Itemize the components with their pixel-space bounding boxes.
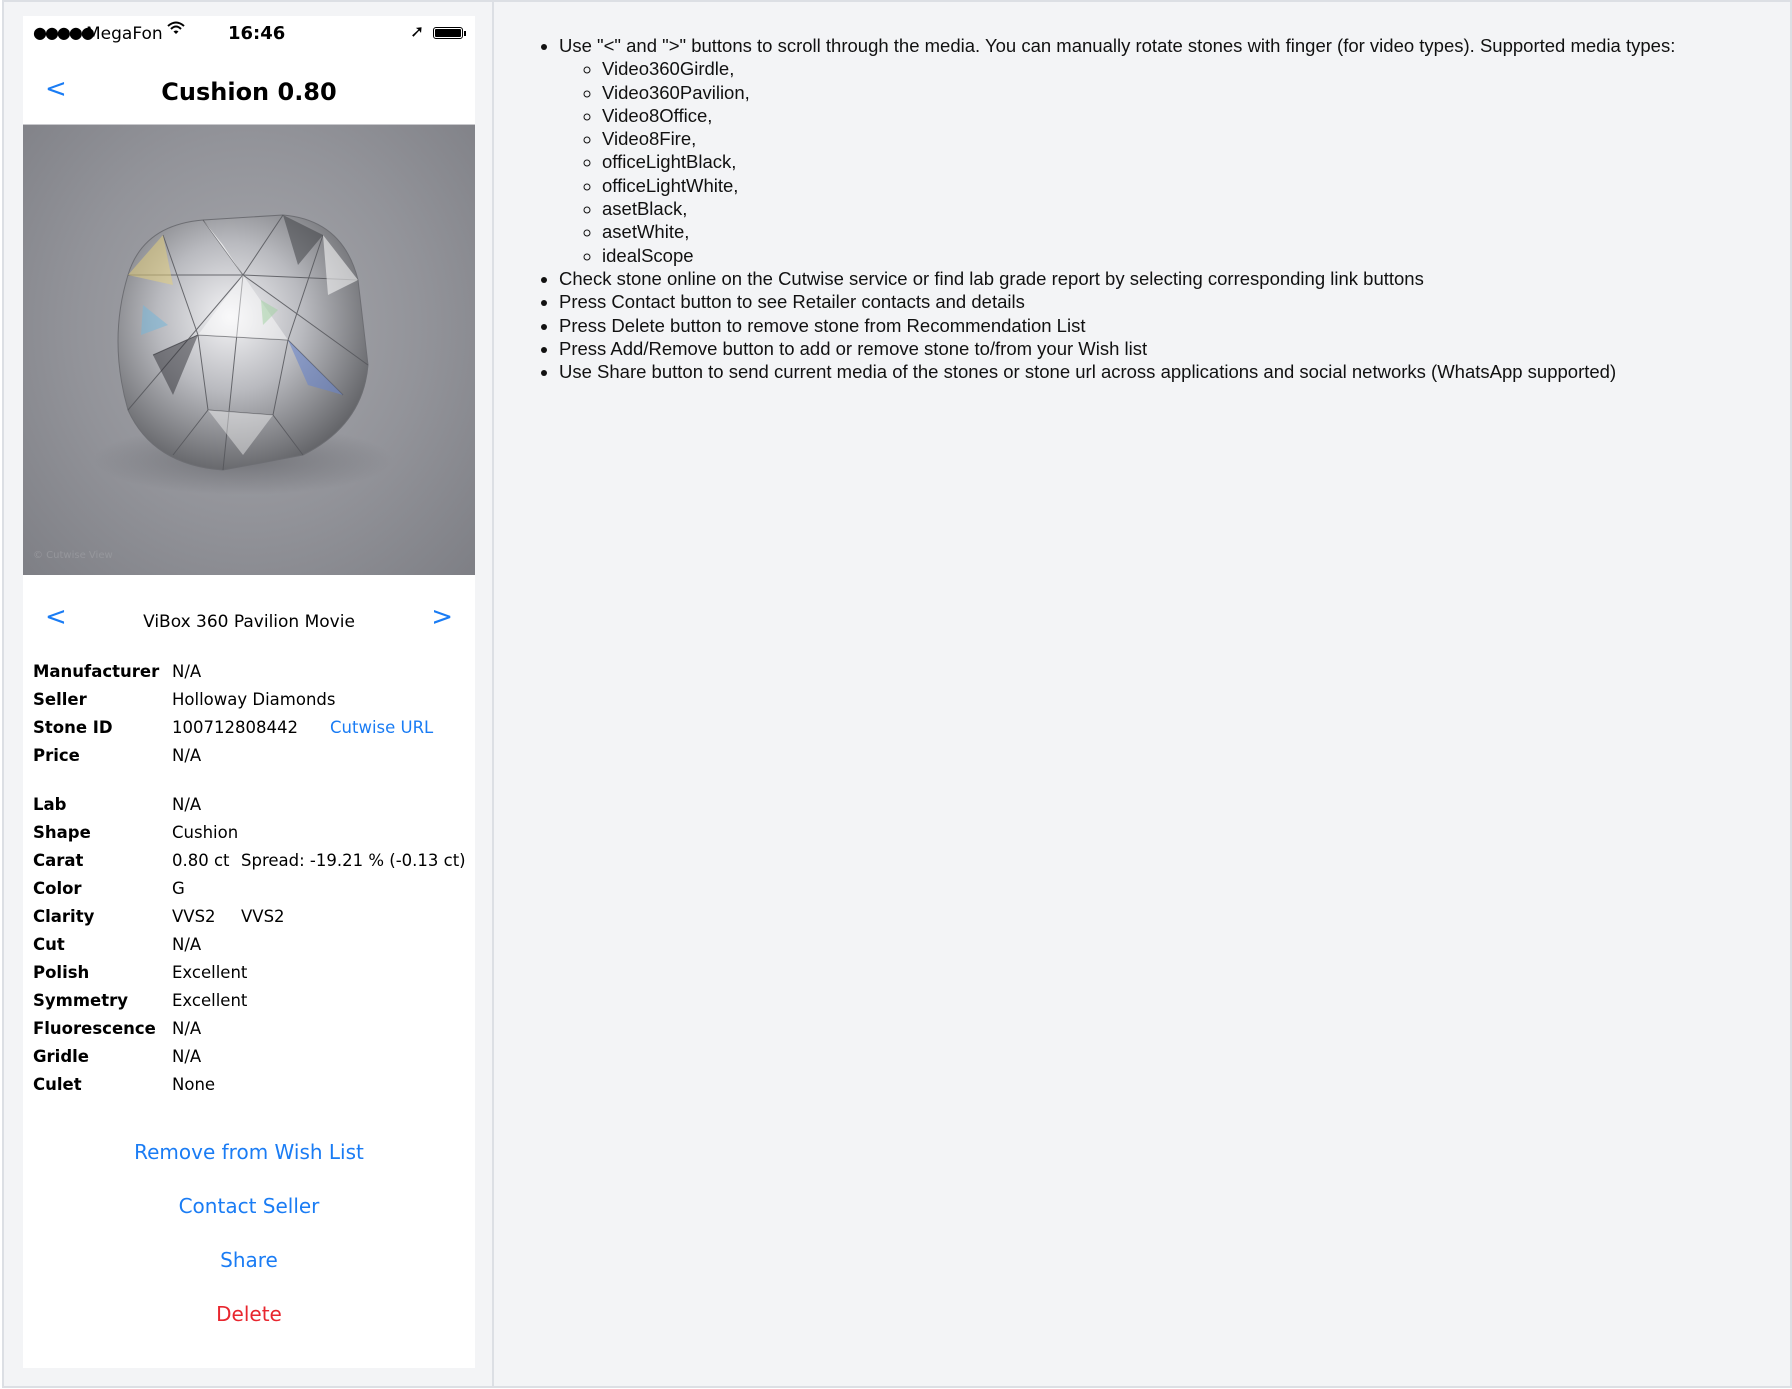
instructions-panel: Use "<" and ">" buttons to scroll throug… (514, 34, 1774, 383)
detail-row-stone-id: Stone ID 100712808442 Cutwise URL (33, 715, 473, 743)
page-title: Cushion 0.80 (161, 78, 337, 106)
detail-value: Excellent (172, 963, 248, 982)
detail-row-lab: Lab N/A (33, 792, 473, 820)
media-type-item: Video360Girdle, (602, 57, 1774, 80)
detail-gap (33, 771, 473, 792)
share-button[interactable]: Share (23, 1233, 475, 1287)
media-type-item: idealScope (602, 244, 1774, 267)
location-arrow-icon: ➚ (410, 22, 425, 42)
detail-label: Lab (33, 795, 67, 814)
detail-label: Culet (33, 1075, 82, 1094)
detail-value: VVS2 (172, 907, 216, 926)
detail-label: Clarity (33, 907, 95, 926)
action-list: Remove from Wish List Contact Seller Sha… (23, 1125, 475, 1341)
media-types-list: Video360Girdle, Video360Pavilion, Video8… (559, 57, 1774, 267)
column-divider (492, 0, 494, 1388)
detail-value: 100712808442 (172, 718, 298, 737)
media-type-item: Video8Office, (602, 104, 1774, 127)
battery-icon (433, 27, 466, 39)
detail-label: Color (33, 879, 82, 898)
detail-row-polish: Polish Excellent (33, 960, 473, 988)
diamond-image (93, 214, 393, 495)
detail-value: N/A (172, 746, 202, 765)
detail-value: N/A (172, 1019, 202, 1038)
detail-value: Holloway Diamonds (172, 690, 336, 709)
detail-label: Fluorescence (33, 1019, 156, 1038)
detail-row-price: Price N/A (33, 743, 473, 771)
detail-label: Seller (33, 690, 87, 709)
detail-label: Shape (33, 823, 91, 842)
instruction-item: Use Share button to send current media o… (559, 360, 1774, 383)
media-type-item: asetBlack, (602, 197, 1774, 220)
media-type-item: Video360Pavilion, (602, 81, 1774, 104)
detail-value: None (172, 1075, 216, 1094)
status-bar: ●●●●● MegaFon 16:46 ➚ (23, 16, 475, 54)
detail-row-culet: Culet None (33, 1072, 473, 1100)
watermark-logo: © Cutwise View (33, 550, 113, 561)
media-type-item: officeLightBlack, (602, 150, 1774, 173)
detail-row-manufacturer: Manufacturer N/A (33, 659, 473, 687)
detail-value: G (172, 879, 185, 898)
cutwise-url-link[interactable]: Cutwise URL (330, 718, 433, 737)
detail-row-shape: Shape Cushion (33, 820, 473, 848)
instruction-item: Use "<" and ">" buttons to scroll throug… (559, 34, 1774, 267)
stone-details: Manufacturer N/A Seller Holloway Diamond… (33, 659, 473, 1100)
detail-row-fluorescence: Fluorescence N/A (33, 1016, 473, 1044)
delete-button[interactable]: Delete (23, 1287, 475, 1341)
media-controls: < ViBox 360 Pavilion Movie > (23, 592, 475, 648)
detail-value: N/A (172, 1047, 202, 1066)
carat-spread: Spread: -19.21 % (-0.13 ct) (241, 851, 466, 870)
detail-row-carat: Carat 0.80 ct Spread: -19.21 % (-0.13 ct… (33, 848, 473, 876)
detail-value: N/A (172, 662, 202, 681)
detail-row-symmetry: Symmetry Excellent (33, 988, 473, 1016)
detail-value: Excellent (172, 991, 248, 1010)
detail-label: Polish (33, 963, 90, 982)
instruction-item: Press Contact button to see Retailer con… (559, 290, 1774, 313)
wifi-icon (167, 20, 185, 41)
detail-value: N/A (172, 935, 202, 954)
detail-value: 0.80 ct (172, 851, 230, 870)
navigation-bar: < Cushion 0.80 (23, 56, 475, 125)
instruction-item: Press Delete button to remove stone from… (559, 314, 1774, 337)
detail-row-clarity: Clarity VVS2 VVS2 (33, 904, 473, 932)
media-type-item: Video8Fire, (602, 127, 1774, 150)
clarity-value-2: VVS2 (241, 907, 285, 926)
detail-label: Cut (33, 935, 65, 954)
instruction-item: Press Add/Remove button to add or remove… (559, 337, 1774, 360)
detail-row-gridle: Gridle N/A (33, 1044, 473, 1072)
detail-value: N/A (172, 795, 202, 814)
detail-label: Symmetry (33, 991, 128, 1010)
detail-label: Manufacturer (33, 662, 160, 681)
contact-seller-button[interactable]: Contact Seller (23, 1179, 475, 1233)
carrier-name: MegaFon (86, 24, 163, 44)
detail-value: Cushion (172, 823, 239, 842)
instruction-item: Check stone online on the Cutwise servic… (559, 267, 1774, 290)
detail-label: Price (33, 746, 80, 765)
detail-label: Carat (33, 851, 84, 870)
phone-screen: ●●●●● MegaFon 16:46 ➚ < Cushion 0.80 © C… (23, 16, 475, 1368)
detail-label: Gridle (33, 1047, 89, 1066)
detail-row-seller: Seller Holloway Diamonds (33, 687, 473, 715)
instruction-text: Use "<" and ">" buttons to scroll throug… (559, 35, 1676, 56)
signal-icon: ●●●●● (33, 23, 95, 42)
detail-label: Stone ID (33, 718, 113, 737)
detail-row-cut: Cut N/A (33, 932, 473, 960)
status-time: 16:46 (228, 23, 286, 44)
stone-media-viewer[interactable]: © Cutwise View (23, 125, 475, 575)
remove-from-wish-list-button[interactable]: Remove from Wish List (23, 1125, 475, 1179)
instructions-list: Use "<" and ">" buttons to scroll throug… (514, 34, 1774, 383)
media-next-button[interactable]: > (431, 602, 453, 632)
media-type-item: asetWhite, (602, 220, 1774, 243)
detail-row-color: Color G (33, 876, 473, 904)
media-type-item: officeLightWhite, (602, 174, 1774, 197)
media-type-label: ViBox 360 Pavilion Movie (143, 612, 355, 632)
